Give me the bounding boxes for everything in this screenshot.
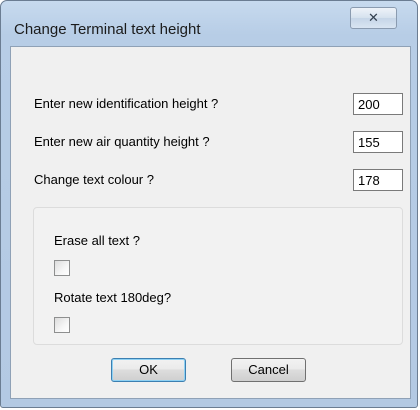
close-button[interactable]: ✕ [350,7,397,29]
erase-all-text-label: Erase all text ? [54,233,140,248]
air-quantity-height-input[interactable] [353,131,403,153]
identification-height-input[interactable] [353,93,403,115]
cancel-button[interactable]: Cancel [231,358,306,382]
rotate-text-label: Rotate text 180deg? [54,290,172,305]
title-bar[interactable]: Change Terminal text height ✕ [1,1,417,41]
window-title: Change Terminal text height [14,21,201,38]
dialog-body: Enter new identification height ? Enter … [10,46,411,399]
erase-all-text-checkbox[interactable] [54,260,70,276]
options-group: Erase all text ? Rotate text 180deg? [33,207,403,345]
text-colour-input[interactable] [353,169,403,191]
ok-button[interactable]: OK [111,358,186,382]
identification-height-label: Enter new identification height ? [34,96,219,111]
close-icon: ✕ [368,10,379,25]
text-colour-label: Change text colour ? [34,172,154,187]
rotate-text-checkbox[interactable] [54,317,70,333]
dialog-window: Change Terminal text height ✕ Enter new … [0,0,418,408]
air-quantity-height-label: Enter new air quantity height ? [34,134,210,149]
